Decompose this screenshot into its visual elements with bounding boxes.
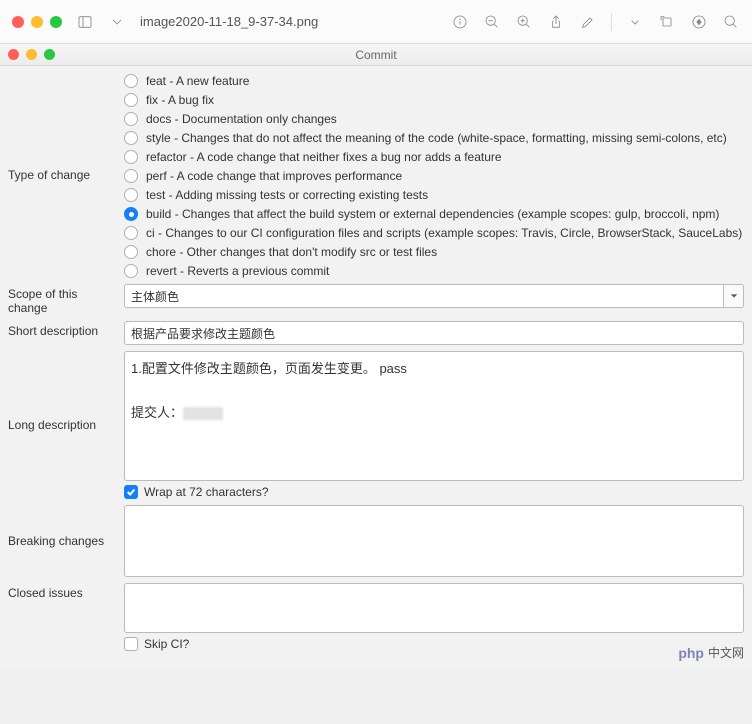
skip-ci-checkbox-row[interactable]: Skip CI? xyxy=(124,637,744,651)
type-radio-label: chore - Other changes that don't modify … xyxy=(146,245,437,259)
breaking-changes-label: Breaking changes xyxy=(8,505,124,577)
type-radio-feat[interactable]: feat - A new feature xyxy=(124,74,744,88)
triangle-down-icon xyxy=(730,289,738,303)
radio-icon[interactable] xyxy=(124,226,138,240)
maximize-icon[interactable] xyxy=(50,16,62,28)
maximize-icon[interactable] xyxy=(44,49,55,60)
radio-icon[interactable] xyxy=(124,131,138,145)
type-radio-label: build - Changes that affect the build sy… xyxy=(146,207,719,221)
watermark-text: 中文网 xyxy=(708,644,744,661)
breaking-changes-textarea[interactable] xyxy=(124,505,744,577)
closed-issues-label: Closed issues xyxy=(8,583,124,651)
radio-icon[interactable] xyxy=(124,150,138,164)
type-radio-perf[interactable]: perf - A code change that improves perfo… xyxy=(124,169,744,183)
wrap-checkbox[interactable] xyxy=(124,485,138,499)
type-radio-label: perf - A code change that improves perfo… xyxy=(146,169,402,183)
type-radio-label: fix - A bug fix xyxy=(146,93,214,107)
dialog-title: Commit xyxy=(0,48,752,62)
close-icon[interactable] xyxy=(8,49,19,60)
radio-icon[interactable] xyxy=(124,93,138,107)
type-of-change-radiogroup: feat - A new feature fix - A bug fix docs … xyxy=(124,72,744,278)
chevron-down-icon[interactable] xyxy=(108,13,126,31)
short-description-input[interactable]: 根据产品要求修改主题颜色 xyxy=(124,321,744,345)
type-radio-chore[interactable]: chore - Other changes that don't modify … xyxy=(124,245,744,259)
type-radio-test[interactable]: test - Adding missing tests or correctin… xyxy=(124,188,744,202)
radio-icon[interactable] xyxy=(124,169,138,183)
sidebar-toggle-icon[interactable] xyxy=(76,13,94,31)
radio-icon[interactable] xyxy=(124,74,138,88)
type-radio-label: style - Changes that do not affect the m… xyxy=(146,131,727,145)
watermark: php 中文网 xyxy=(678,644,744,661)
window-controls[interactable] xyxy=(12,16,62,28)
type-radio-label: revert - Reverts a previous commit xyxy=(146,264,329,278)
redacted-text xyxy=(183,407,223,420)
type-radio-label: docs - Documentation only changes xyxy=(146,112,337,126)
scope-value[interactable]: 主体颜色 xyxy=(124,284,724,308)
type-radio-label: ci - Changes to our CI configuration fil… xyxy=(146,226,742,240)
preview-toolbar: image2020-11-18_9-37-34.png xyxy=(0,0,752,44)
radio-icon[interactable] xyxy=(124,112,138,126)
toolbar-filename: image2020-11-18_9-37-34.png xyxy=(140,14,318,29)
search-icon[interactable] xyxy=(722,13,740,31)
highlight-icon[interactable] xyxy=(690,13,708,31)
scope-dropdown-button[interactable] xyxy=(724,284,744,308)
scope-label: Scope of this change xyxy=(8,284,124,315)
type-radio-label: test - Adding missing tests or correctin… xyxy=(146,188,428,202)
minimize-icon[interactable] xyxy=(26,49,37,60)
radio-icon[interactable] xyxy=(124,207,138,221)
wrap-checkbox-row[interactable]: Wrap at 72 characters? xyxy=(124,485,744,499)
type-radio-fix[interactable]: fix - A bug fix xyxy=(124,93,744,107)
type-radio-style[interactable]: style - Changes that do not affect the m… xyxy=(124,131,744,145)
rotate-icon[interactable] xyxy=(658,13,676,31)
radio-icon[interactable] xyxy=(124,264,138,278)
radio-icon[interactable] xyxy=(124,188,138,202)
long-description-textarea[interactable]: 1.配置文件修改主题颜色，页面发生变更。 pass 提交人： xyxy=(124,351,744,481)
zoom-out-icon[interactable] xyxy=(483,13,501,31)
skip-ci-checkbox[interactable] xyxy=(124,637,138,651)
share-icon[interactable] xyxy=(547,13,565,31)
short-description-label: Short description xyxy=(8,321,124,345)
long-description-label: Long description xyxy=(8,351,124,499)
closed-issues-input[interactable] xyxy=(124,583,744,633)
watermark-brand: php xyxy=(678,645,704,661)
minimize-icon[interactable] xyxy=(31,16,43,28)
type-radio-revert[interactable]: revert - Reverts a previous commit xyxy=(124,264,744,278)
type-radio-ci[interactable]: ci - Changes to our CI configuration fil… xyxy=(124,226,744,240)
type-of-change-label: Type of change xyxy=(8,72,124,278)
dialog-window-controls[interactable] xyxy=(8,49,55,60)
zoom-in-icon[interactable] xyxy=(515,13,533,31)
wrap-label: Wrap at 72 characters? xyxy=(144,485,269,499)
type-radio-label: refactor - A code change that neither fi… xyxy=(146,150,502,164)
type-radio-docs[interactable]: docs - Documentation only changes xyxy=(124,112,744,126)
type-radio-refactor[interactable]: refactor - A code change that neither fi… xyxy=(124,150,744,164)
scope-select[interactable]: 主体颜色 xyxy=(124,284,744,308)
markup-icon[interactable] xyxy=(579,13,597,31)
commit-form: Type of change feat - A new feature fix -… xyxy=(0,66,752,667)
type-radio-build[interactable]: build - Changes that affect the build sy… xyxy=(124,207,744,221)
skip-ci-label: Skip CI? xyxy=(144,637,189,651)
close-icon[interactable] xyxy=(12,16,24,28)
radio-icon[interactable] xyxy=(124,245,138,259)
info-icon[interactable] xyxy=(451,13,469,31)
commit-dialog-titlebar: Commit xyxy=(0,44,752,66)
chevron-down-small-icon[interactable] xyxy=(626,13,644,31)
type-radio-label: feat - A new feature xyxy=(146,74,249,88)
